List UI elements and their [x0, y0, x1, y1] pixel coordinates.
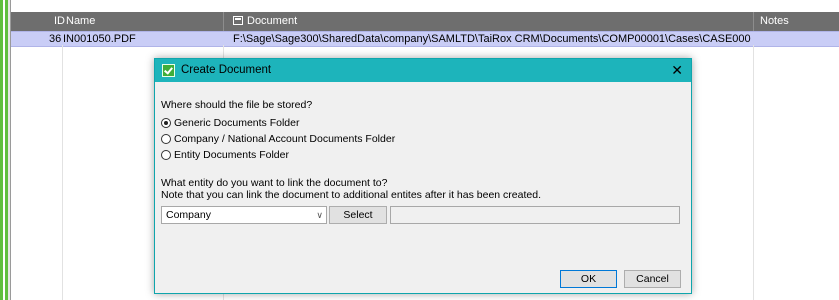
table-row[interactable]: 36 IN001050.PDF F:\Sage\Sage300\SharedDa… — [11, 31, 839, 47]
storage-question-label: Where should the file be stored? — [161, 99, 313, 111]
cancel-button[interactable]: Cancel — [624, 270, 681, 288]
row-document-path: F:\Sage\Sage300\SharedData\company\SAMLT… — [233, 33, 751, 45]
ok-button[interactable]: OK — [560, 270, 617, 288]
chevron-down-icon: ∨ — [316, 210, 323, 220]
entity-question-label: What entity do you want to link the docu… — [161, 177, 388, 189]
radio-label: Generic Documents Folder — [174, 117, 300, 129]
radio-button[interactable] — [161, 150, 171, 160]
row-name: IN001050.PDF — [63, 33, 136, 45]
column-header-document-label: Document — [247, 15, 298, 27]
select-button[interactable]: Select — [329, 206, 387, 224]
radio-button[interactable] — [161, 118, 171, 128]
document-icon — [233, 16, 243, 25]
row-id: 36 — [49, 33, 62, 45]
radio-label: Company / National Account Documents Fol… — [174, 133, 396, 145]
entity-note-label: Note that you can link the document to a… — [161, 189, 541, 201]
column-header-name[interactable]: Name — [66, 12, 95, 31]
dialog-title: Create Document — [181, 64, 272, 76]
column-header-notes[interactable]: Notes — [760, 12, 789, 31]
dialog-title-bar[interactable]: Create Document ✕ — [155, 59, 691, 82]
entity-text-field[interactable] — [390, 206, 680, 224]
radio-generic-documents-folder[interactable]: Generic Documents Folder — [161, 116, 299, 130]
create-document-dialog: Create Document ✕ Where should the file … — [154, 58, 692, 294]
entity-type-dropdown[interactable]: Company ∨ — [161, 206, 327, 224]
grid-header: ID Name Document Notes — [11, 12, 839, 31]
radio-label: Entity Documents Folder — [174, 149, 289, 161]
column-header-id[interactable]: ID — [54, 12, 65, 31]
check-badge-icon — [162, 64, 175, 77]
column-header-document[interactable]: Document — [233, 12, 297, 31]
radio-company-documents-folder[interactable]: Company / National Account Documents Fol… — [161, 132, 395, 146]
entity-type-value: Company — [166, 209, 211, 221]
close-icon[interactable]: ✕ — [671, 59, 683, 82]
radio-entity-documents-folder[interactable]: Entity Documents Folder — [161, 148, 289, 162]
radio-button[interactable] — [161, 134, 171, 144]
window-frame-accent — [0, 0, 8, 300]
